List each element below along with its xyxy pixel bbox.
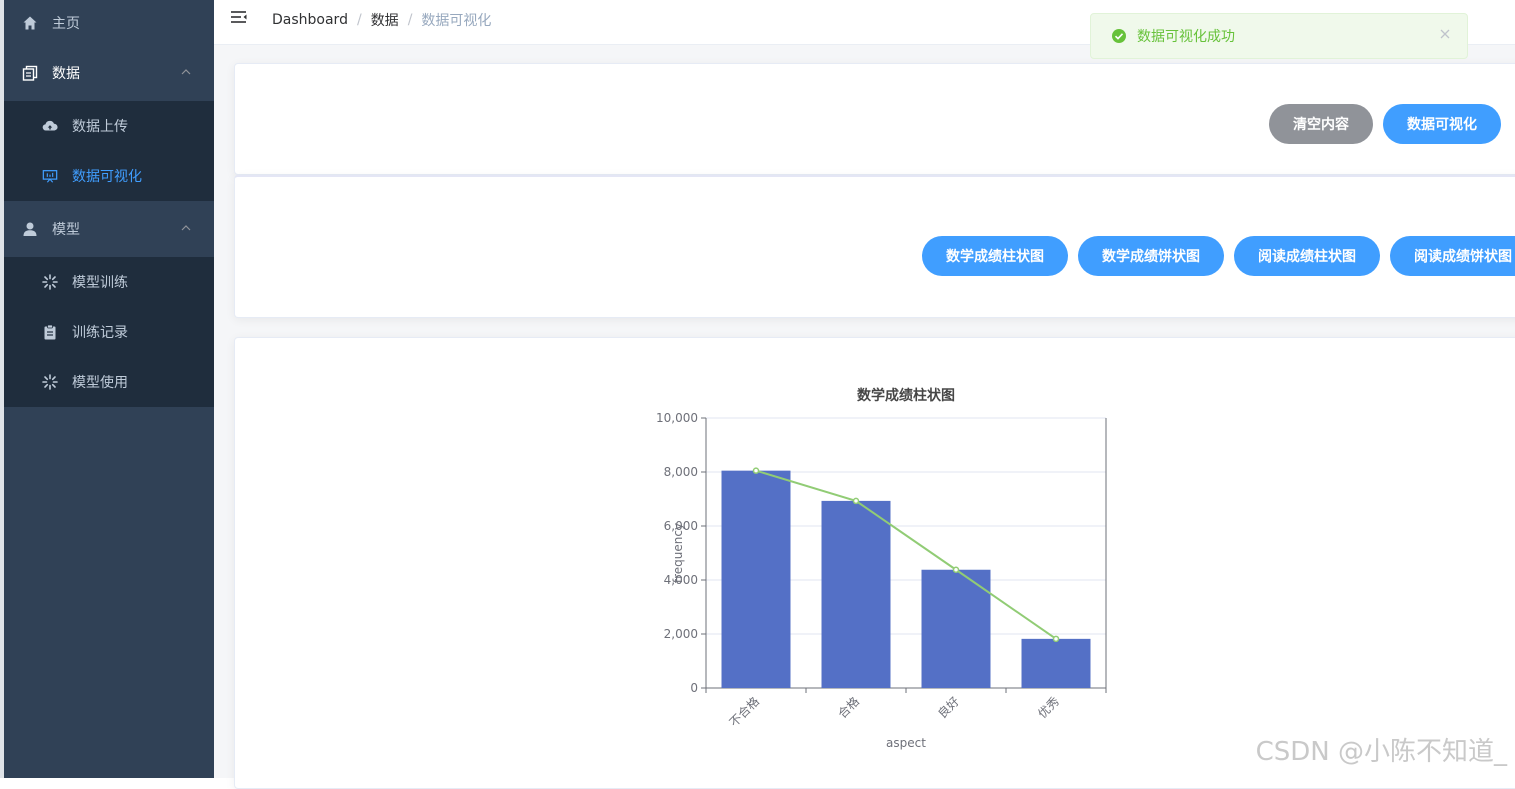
submenu-data[interactable]: 数据 — [4, 45, 214, 101]
breadcrumb-separator: / — [356, 12, 362, 28]
sidebar-item-label: 模型使用 — [72, 375, 128, 391]
submenu-model-items: 模型训练 训练记录 模型使用 — [4, 257, 214, 407]
x-tick-label: 不合格 — [726, 694, 762, 730]
sidebar-item-home[interactable]: 主页 — [4, 0, 214, 45]
document-copy-icon — [22, 65, 38, 81]
success-check-icon — [1111, 28, 1127, 44]
breadcrumb-data[interactable]: 数据 — [371, 10, 399, 30]
loading-icon — [42, 274, 58, 290]
chart-title: 数学成绩柱状图 — [857, 387, 955, 404]
line-series — [755, 469, 1057, 640]
y-tick-label: 2,000 — [664, 627, 698, 641]
y-axis-label: frequency — [671, 523, 685, 583]
line-point — [852, 497, 860, 505]
line-point — [752, 467, 760, 474]
sidebar-item-label: 数据可视化 — [72, 169, 142, 185]
sidebar-item-label: 训练记录 — [72, 325, 128, 341]
sidebar-item-label: 数据上传 — [72, 119, 128, 135]
cloud-upload-icon — [42, 118, 58, 134]
sidebar: 主页 数据 数据上传 数据可视化 模型 模型训练 训练记录 模型使用 — [4, 0, 214, 778]
breadcrumb-separator: / — [407, 12, 413, 28]
home-icon — [22, 15, 38, 31]
close-icon[interactable] — [1439, 28, 1451, 44]
bar — [1021, 638, 1091, 688]
y-tick-label: 10,000 — [656, 411, 698, 425]
clear-content-button[interactable]: 清空内容 — [1269, 104, 1373, 144]
breadcrumb-current: 数据可视化 — [421, 13, 492, 29]
visualize-button[interactable]: 数据可视化 — [1383, 104, 1501, 144]
y-tick-label: 0 — [690, 681, 698, 695]
bar — [821, 500, 891, 688]
chevron-up-icon — [180, 66, 192, 82]
sidebar-item-model-training[interactable]: 模型训练 — [4, 257, 214, 307]
breadcrumb: Dashboard / 数据 / 数据可视化 — [272, 10, 491, 30]
line-point — [1052, 635, 1060, 643]
bar — [721, 470, 791, 688]
sidebar-item-label: 模型训练 — [72, 275, 128, 291]
presentation-chart-icon — [42, 168, 58, 184]
success-toast: 数据可视化成功 — [1090, 13, 1468, 59]
watermark: CSDN @小陈不知道_ — [1255, 737, 1507, 767]
main-content: 清空内容 数据可视化 数学成绩柱状图 数学成绩饼状图 阅读成绩柱状图 阅读成绩饼… — [214, 45, 1515, 789]
y-tick-label: 8,000 — [664, 465, 698, 479]
sidebar-item-data-visualization[interactable]: 数据可视化 — [4, 151, 214, 201]
x-tick-label: 良好 — [935, 694, 963, 722]
loading-icon — [42, 374, 58, 390]
submenu-data-items: 数据上传 数据可视化 — [4, 101, 214, 201]
sidebar-item-training-records[interactable]: 训练记录 — [4, 307, 214, 357]
sidebar-item-data-upload[interactable]: 数据上传 — [4, 101, 214, 151]
submenu-label: 模型 — [52, 222, 80, 238]
reading-bar-chart-button[interactable]: 阅读成绩柱状图 — [1234, 236, 1380, 276]
line-point — [952, 566, 960, 573]
bar-chart: 数学成绩柱状图02,0004,0006,0008,00010,000freque… — [656, 387, 1107, 750]
toast-message: 数据可视化成功 — [1137, 29, 1235, 45]
actions-card: 清空内容 数据可视化 — [234, 63, 1515, 175]
reading-pie-chart-button[interactable]: 阅读成绩饼状图 — [1390, 236, 1515, 276]
clipboard-icon — [42, 324, 58, 340]
submenu-model[interactable]: 模型 — [4, 201, 214, 257]
chart-card: 数学成绩柱状图 0 2,000 4,000 6,000 8,000 10,000 freque… — [234, 337, 1515, 789]
math-bar-chart-button[interactable]: 数学成绩柱状图 — [922, 236, 1068, 276]
x-axis-label: aspect — [886, 736, 926, 750]
sidebar-item-label: 主页 — [52, 15, 80, 32]
hamburger-icon[interactable] — [230, 10, 248, 30]
submenu-label: 数据 — [52, 66, 80, 82]
sidebar-item-model-usage[interactable]: 模型使用 — [4, 357, 214, 407]
chart-selector-card: 数学成绩柱状图 数学成绩饼状图 阅读成绩柱状图 阅读成绩饼状图 — [234, 175, 1515, 318]
breadcrumb-dashboard[interactable]: Dashboard — [272, 12, 348, 28]
user-icon — [22, 221, 38, 237]
x-tick-label: 优秀 — [1035, 694, 1062, 721]
math-pie-chart-button[interactable]: 数学成绩饼状图 — [1078, 236, 1224, 276]
x-tick-label: 合格 — [835, 694, 863, 722]
chevron-up-icon — [180, 222, 192, 238]
